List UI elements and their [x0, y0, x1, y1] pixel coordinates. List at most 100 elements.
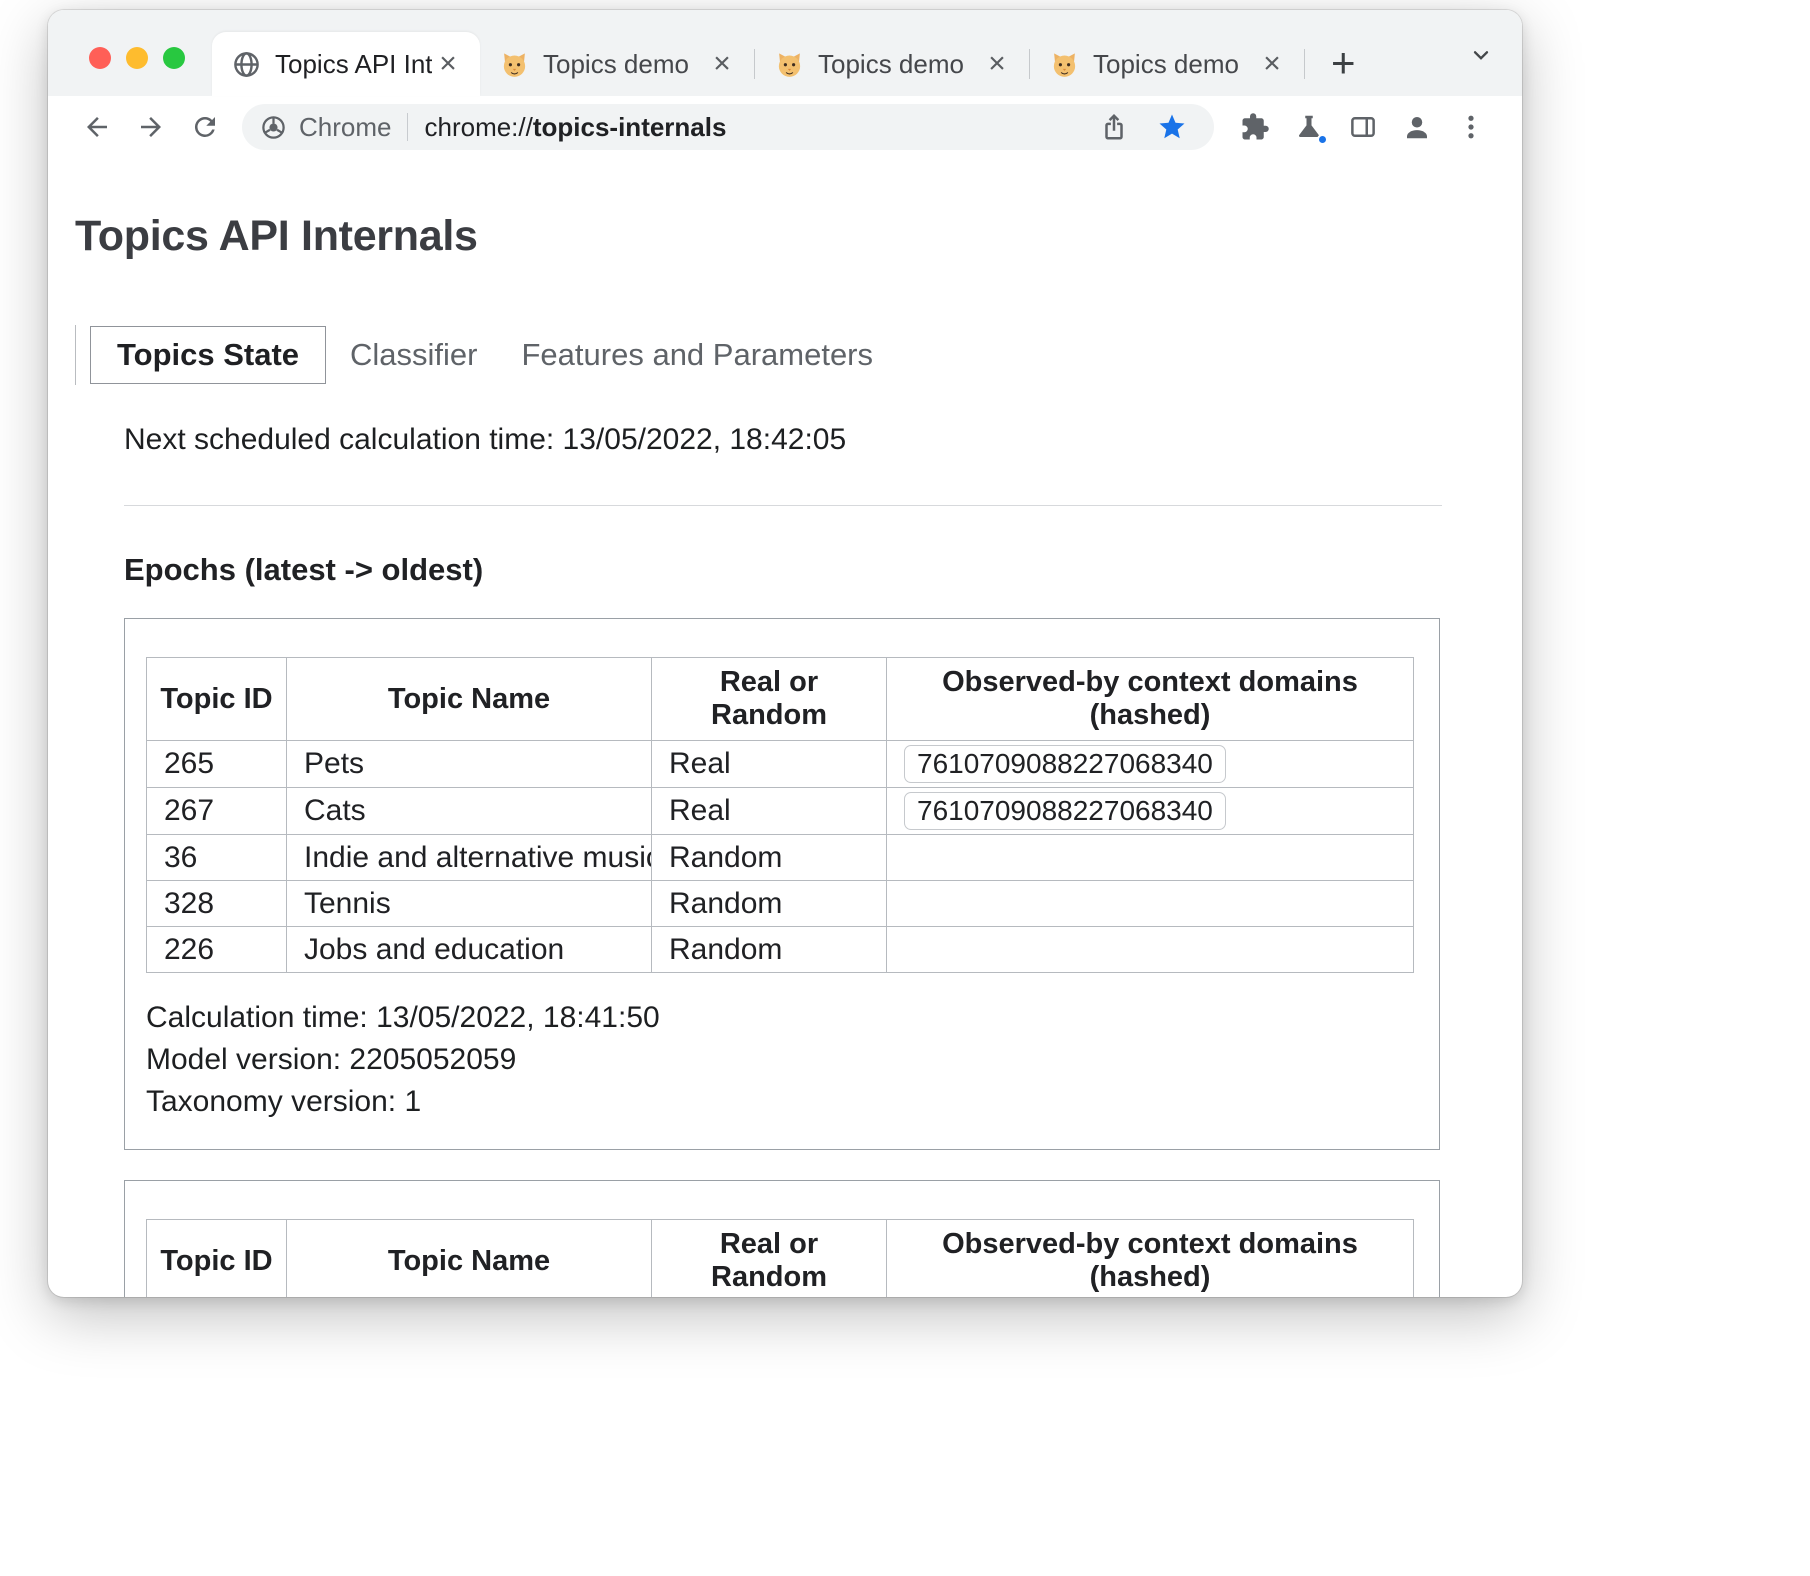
table-header-row: Topic ID Topic Name Real or Random Obser… [147, 1220, 1414, 1298]
epoch-card-latest: Topic ID Topic Name Real or Random Obser… [124, 618, 1440, 1150]
epoch-meta: Calculation time: 13/05/2022, 18:41:50 M… [146, 997, 1419, 1123]
page-title: Topics API Internals [75, 212, 1522, 261]
side-panel-icon[interactable] [1336, 101, 1390, 153]
new-tab-button[interactable]: + [1331, 42, 1356, 84]
topic-name-cell: Tennis [287, 881, 652, 927]
epoch-card-older: Topic ID Topic Name Real or Random Obser… [124, 1180, 1440, 1297]
profile-avatar-icon[interactable] [1390, 101, 1444, 153]
browser-tab-topics-demo-1[interactable]: Topics demo × [480, 32, 754, 96]
domains-cell: 7610709088227068340 [887, 788, 1414, 835]
divider [124, 505, 1442, 506]
tab-search-chevron-icon[interactable] [1468, 42, 1494, 68]
share-button[interactable] [1092, 101, 1136, 153]
col-topic-id: Topic ID [147, 658, 287, 741]
url-text: chrome://topics-internals [424, 112, 726, 143]
page-tab-bar: Topics State Classifier Features and Par… [75, 325, 1522, 385]
epoch-table: Topic ID Topic Name Real or Random Obser… [146, 657, 1414, 973]
tab-title: Topics demo [1093, 49, 1256, 80]
domains-cell [887, 835, 1414, 881]
domains-cell: 7610709088227068340 [887, 741, 1414, 788]
globe-favicon-icon [232, 50, 261, 79]
topic-name-cell: Indie and alternative music [287, 835, 652, 881]
tab-close-icon[interactable]: × [432, 48, 464, 80]
tab-features-and-parameters[interactable]: Features and Parameters [522, 337, 874, 373]
browser-tab-topics-internals[interactable]: Topics API Intern × [212, 32, 480, 96]
col-real-or-random: Real or Random [652, 658, 887, 741]
browser-tab-topics-demo-3[interactable]: Topics demo × [1030, 32, 1304, 96]
col-topic-id: Topic ID [147, 1220, 287, 1298]
close-window-button[interactable] [89, 47, 111, 69]
col-observed-domains: Observed-by context domains (hashed) [887, 1220, 1414, 1298]
table-row: 265 Pets Real 7610709088227068340 [147, 741, 1414, 788]
real-or-random-cell: Real [652, 741, 887, 788]
topic-id-cell: 267 [147, 788, 287, 835]
reload-button[interactable] [178, 101, 232, 153]
domains-cell [887, 927, 1414, 973]
hashed-domain-chip[interactable]: 7610709088227068340 [904, 745, 1226, 783]
zoom-window-button[interactable] [163, 47, 185, 69]
topic-id-cell: 265 [147, 741, 287, 788]
topic-name-cell: Pets [287, 741, 652, 788]
tab-classifier[interactable]: Classifier [350, 337, 477, 373]
col-real-or-random: Real or Random [652, 1220, 887, 1298]
calculation-time: Calculation time: 13/05/2022, 18:41:50 [146, 997, 1419, 1039]
window-controls [89, 47, 185, 69]
cat-favicon-icon [500, 50, 529, 79]
table-row: 267 Cats Real 7610709088227068340 [147, 788, 1414, 835]
topics-state-panel: Next scheduled calculation time: 13/05/2… [124, 423, 1442, 1297]
taxonomy-version: Taxonomy version: 1 [146, 1081, 1419, 1123]
topic-id-cell: 36 [147, 835, 287, 881]
epoch-table: Topic ID Topic Name Real or Random Obser… [146, 1219, 1414, 1297]
browser-tabs: Topics API Intern × Topics demo × Topics… [212, 10, 1356, 96]
table-header-row: Topic ID Topic Name Real or Random Obser… [147, 658, 1414, 741]
address-bar[interactable]: Chrome chrome://topics-internals [242, 104, 1214, 150]
real-or-random-cell: Random [652, 881, 887, 927]
tab-title: Topics demo [543, 49, 706, 80]
url-separator [407, 113, 408, 141]
tab-title: Topics demo [818, 49, 981, 80]
url-app-name: Chrome [299, 112, 391, 143]
browser-window: Topics API Intern × Topics demo × Topics… [48, 10, 1522, 1297]
extensions-puzzle-icon[interactable] [1228, 101, 1282, 153]
tab-close-icon[interactable]: × [706, 48, 738, 80]
back-button[interactable] [70, 101, 124, 153]
tab-strip: Topics API Intern × Topics demo × Topics… [48, 10, 1522, 96]
hashed-domain-chip[interactable]: 7610709088227068340 [904, 792, 1226, 830]
tab-topics-state[interactable]: Topics State [90, 326, 326, 384]
real-or-random-cell: Real [652, 788, 887, 835]
browser-toolbar: Chrome chrome://topics-internals [48, 96, 1522, 158]
menu-kebab-icon[interactable] [1444, 101, 1498, 153]
url-scheme: chrome:// [424, 112, 532, 142]
col-topic-name: Topic Name [287, 1220, 652, 1298]
tab-title: Topics API Intern [275, 49, 432, 80]
topic-name-cell: Cats [287, 788, 652, 835]
next-calculation-time: Next scheduled calculation time: 13/05/2… [124, 423, 1442, 457]
minimize-window-button[interactable] [126, 47, 148, 69]
topic-id-cell: 328 [147, 881, 287, 927]
browser-tab-topics-demo-2[interactable]: Topics demo × [755, 32, 1029, 96]
table-row: 36 Indie and alternative music Random [147, 835, 1414, 881]
table-row: 226 Jobs and education Random [147, 927, 1414, 973]
forward-button[interactable] [124, 101, 178, 153]
topic-id-cell: 226 [147, 927, 287, 973]
tab-close-icon[interactable]: × [981, 48, 1013, 80]
col-observed-domains: Observed-by context domains (hashed) [887, 658, 1414, 741]
cat-favicon-icon [1050, 50, 1079, 79]
tab-divider [1304, 49, 1305, 79]
bookmark-star-icon[interactable] [1150, 101, 1194, 153]
real-or-random-cell: Random [652, 927, 887, 973]
chrome-labs-flask-icon[interactable] [1282, 101, 1336, 153]
real-or-random-cell: Random [652, 835, 887, 881]
topic-name-cell: Jobs and education [287, 927, 652, 973]
tab-close-icon[interactable]: × [1256, 48, 1288, 80]
labs-notification-dot [1317, 134, 1328, 145]
col-topic-name: Topic Name [287, 658, 652, 741]
domains-cell [887, 881, 1414, 927]
url-host: topics-internals [533, 112, 727, 142]
page-content: Topics API Internals Topics State Classi… [48, 212, 1522, 1297]
epochs-heading: Epochs (latest -> oldest) [124, 552, 1442, 588]
cat-favicon-icon [775, 50, 804, 79]
chrome-logo-icon [260, 114, 287, 141]
table-row: 328 Tennis Random [147, 881, 1414, 927]
model-version: Model version: 2205052059 [146, 1039, 1419, 1081]
